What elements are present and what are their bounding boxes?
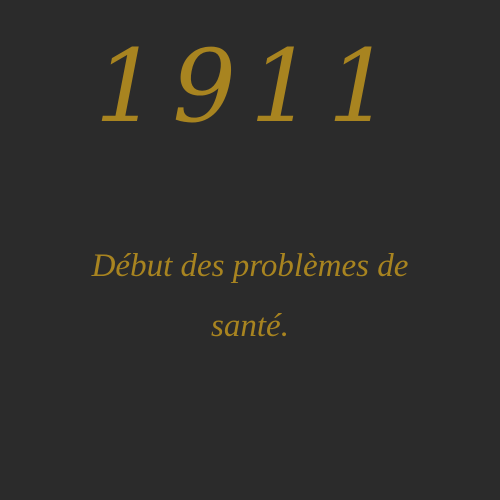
slide-panel: 1911 Début des problèmes de santé. xyxy=(0,0,500,500)
year-heading: 1911 xyxy=(94,28,406,145)
caption-text: Début des problèmes de santé. xyxy=(91,248,409,344)
